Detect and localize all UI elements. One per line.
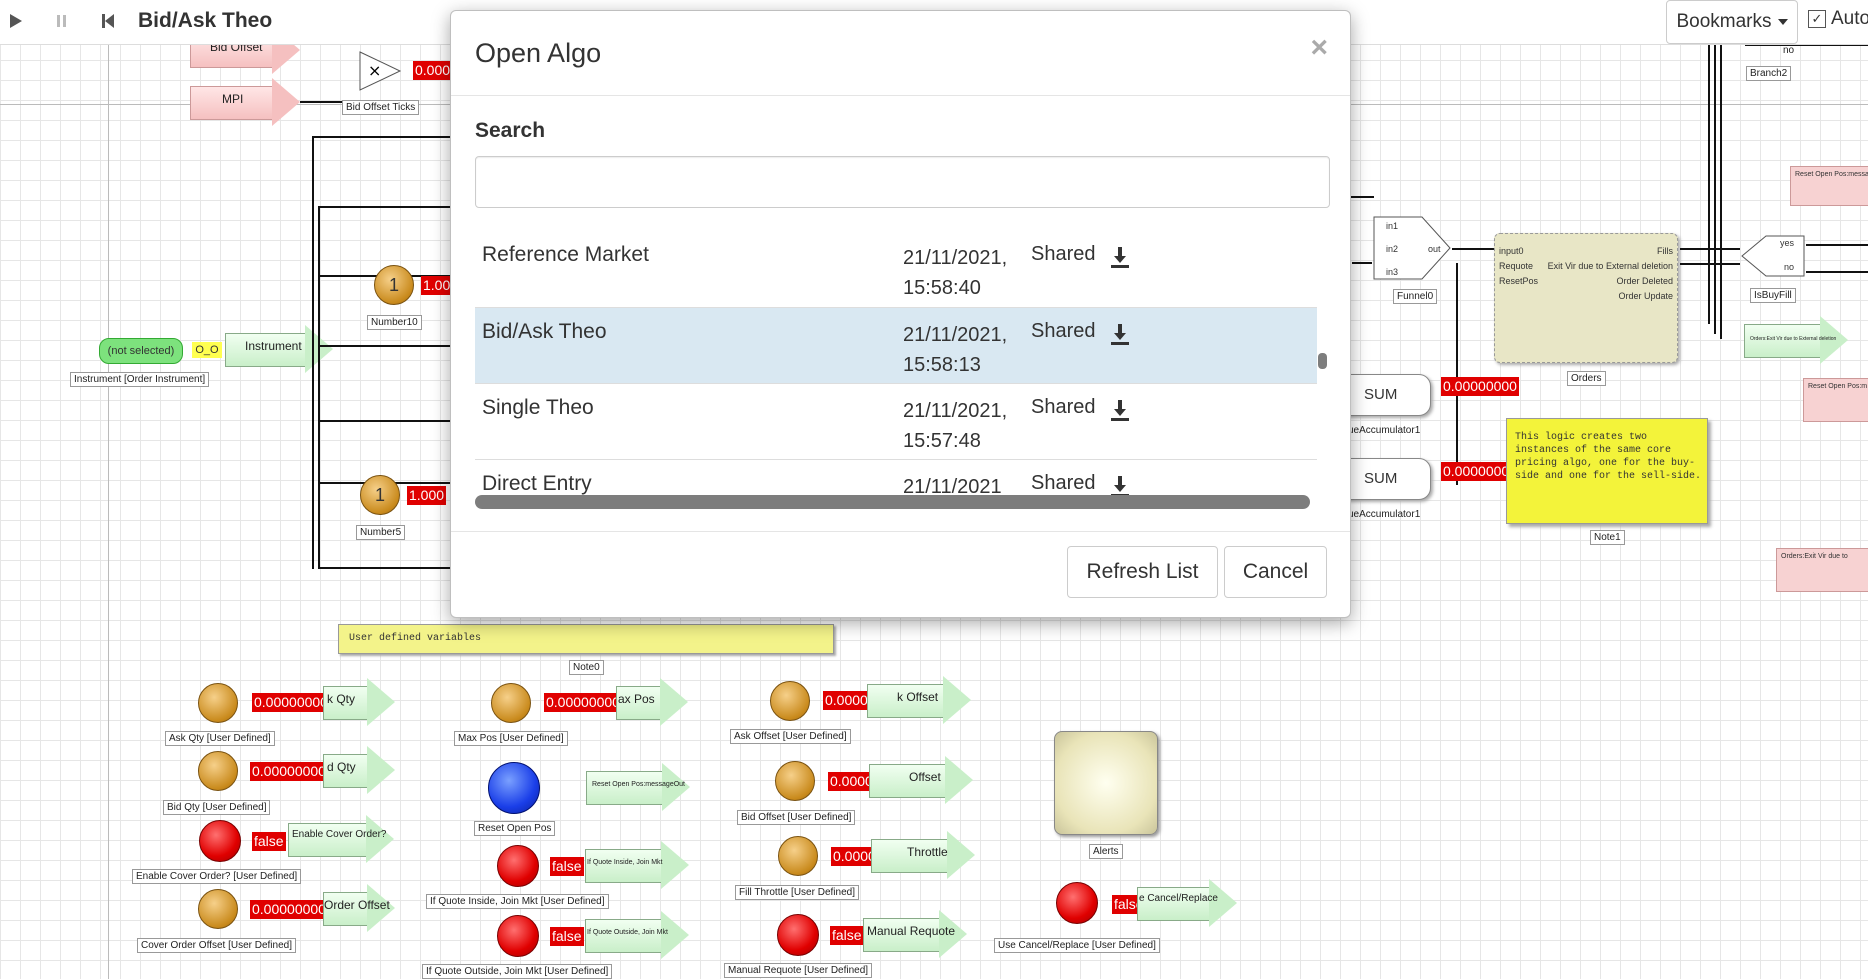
close-icon[interactable]: × (1310, 31, 1328, 65)
list-item[interactable]: Single Theo 21/11/2021, 15:57:48 Shared (475, 383, 1317, 460)
algo-modified: 21/11/2021, 15:58:40 (903, 247, 1008, 299)
dialog-header: Open Algo × (451, 11, 1350, 96)
open-algo-dialog: Open Algo × Search Reference Market 21/1… (450, 10, 1351, 618)
dialog-footer-divider (451, 531, 1350, 532)
download-icon[interactable] (1109, 322, 1131, 346)
vertical-scrollbar[interactable] (1318, 353, 1327, 369)
algo-modified: 21/11/2021, 15:57:48 (903, 400, 1008, 452)
algo-name: Bid/Ask Theo (482, 320, 607, 343)
algo-list[interactable]: Reference Market 21/11/2021, 15:58:40 Sha… (475, 231, 1317, 499)
download-icon[interactable] (1109, 398, 1131, 422)
algo-modified: 21/11/2021, 15:58:13 (903, 324, 1008, 376)
list-item[interactable]: Bid/Ask Theo 21/11/2021, 15:58:13 Shared (475, 307, 1317, 384)
search-label: Search (475, 119, 546, 142)
algo-shared: Shared (1031, 243, 1096, 265)
download-icon[interactable] (1109, 245, 1131, 269)
horizontal-scrollbar[interactable] (475, 495, 1310, 509)
algo-name: Single Theo (482, 396, 594, 419)
algo-name: Direct Entry (482, 472, 592, 495)
dialog-title: Open Algo (475, 38, 602, 68)
list-item[interactable]: Direct Entry 21/11/2021 Shared (475, 459, 1317, 499)
algo-shared: Shared (1031, 320, 1096, 342)
list-item[interactable]: Reference Market 21/11/2021, 15:58:40 Sha… (475, 231, 1317, 307)
algo-shared: Shared (1031, 396, 1096, 418)
cancel-button[interactable]: Cancel (1224, 546, 1327, 598)
algo-shared: Shared (1031, 472, 1096, 494)
algo-name: Reference Market (482, 243, 649, 266)
search-input[interactable] (475, 156, 1330, 208)
refresh-list-button[interactable]: Refresh List (1067, 546, 1218, 598)
